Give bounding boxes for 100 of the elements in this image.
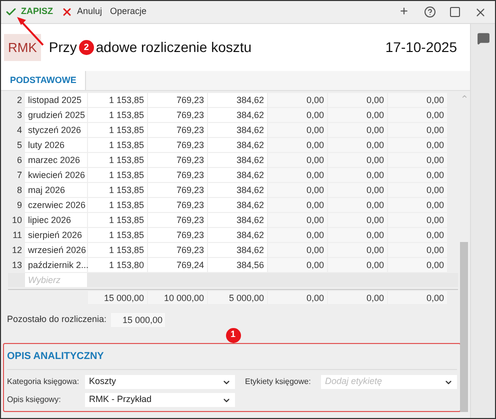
row-number: 5 [16,139,23,152]
total-cell: 0,00 [328,291,387,304]
table-cell: 769,23 [148,228,207,242]
table-cell: 1 153,85 [88,138,147,152]
table-cell: 0,00 [268,243,327,257]
table-cell: 1 153,85 [88,243,147,257]
table-cell: 1 153,85 [88,213,147,227]
table-cell: 1 153,85 [88,108,147,122]
operations-button[interactable]: Operacje [110,5,147,19]
table-cell: 384,62 [208,168,267,182]
table-cell: 384,62 [208,213,267,227]
total-cell: 5 000,00 [208,291,267,304]
row-number: 7 [16,169,23,182]
table-cell: 1 153,85 [88,198,147,212]
table-cell: 0,00 [328,198,387,212]
table-cell: 0,00 [388,168,447,182]
table-cell: 0,00 [388,153,447,167]
table-cell: 0,00 [388,243,447,257]
table-cell: 769,23 [148,213,207,227]
table-cell: 384,62 [208,228,267,242]
table-cell: sierpień 2026 [25,228,87,242]
description-select[interactable]: RMK - Przykład [85,393,235,407]
table-cell: wrzesień 2026 [25,243,87,257]
table-cell: 0,00 [268,198,327,212]
table-cell: 769,23 [148,183,207,197]
table-cell: 0,00 [388,123,447,137]
remaining-value: 15 000,00 [110,313,165,327]
row-number: 13 [10,259,23,272]
scrollbar[interactable] [460,93,468,412]
table-cell: 0,00 [268,93,327,107]
row-number: 8 [16,184,23,197]
table-cell: lipiec 2026 [25,213,87,227]
table-cell: 0,00 [268,213,327,227]
row-number: 4 [16,124,23,137]
table-cell: czerwiec 2026 [25,198,87,212]
table-cell: marzec 2026 [25,153,87,167]
close-icon[interactable] [474,6,487,18]
table-cell: 0,00 [388,138,447,152]
table-cell: styczeń 2026 [25,123,87,137]
table-cell: 384,62 [208,183,267,197]
table-cell: 0,00 [268,168,327,182]
category-select[interactable]: Koszty [85,375,235,389]
table-cell: 0,00 [268,258,327,272]
table-cell: 384,62 [208,108,267,122]
section-title: OPIS ANALITYCZNY [7,344,457,370]
table-cell: 1 153,85 [88,93,147,107]
scrollbar-thumb[interactable] [460,242,468,412]
total-cell: 10 000,00 [148,291,207,304]
save-button[interactable]: ZAPISZ [21,5,54,19]
table-cell: 0,00 [328,138,387,152]
table-cell: 0,00 [388,93,447,107]
table-cell: 0,00 [268,123,327,137]
table-cell: 0,00 [328,243,387,257]
comment-icon[interactable] [476,32,490,45]
table-cell: 0,00 [268,228,327,242]
table-cell: 384,62 [208,243,267,257]
table-cell: 0,00 [268,138,327,152]
table-cell: 1 153,85 [88,123,147,137]
table-cell: 769,23 [148,168,207,182]
marker-badge: 1 [226,328,240,342]
table-cell: 0,00 [328,123,387,137]
table-cell: 769,23 [148,123,207,137]
close-icon [61,6,74,18]
table-cell: 1 153,85 [88,228,147,242]
table-cell: 384,62 [208,153,267,167]
total-cell: 0,00 [388,291,447,304]
row-number: 2 [16,94,23,107]
maximize-icon[interactable] [449,6,461,18]
table-cell: 769,23 [148,108,207,122]
row-number: 6 [16,154,23,167]
table-cell: 384,56 [208,258,267,272]
row-number: 3 [16,109,23,122]
row-number: 9 [16,199,23,212]
table-cell: 769,23 [148,93,207,107]
check-icon [5,6,17,18]
field-label: Kategoria księgowa: [7,376,80,388]
table-cell: 1 153,85 [88,183,147,197]
table-cell: 0,00 [268,108,327,122]
row-number: 11 [12,229,23,242]
field-label: Etykiety księgowe: [245,376,312,388]
row-number: 12 [10,244,23,257]
help-icon[interactable] [424,6,436,18]
document-date: 17-10-2025 [385,38,457,57]
cancel-button[interactable]: Anuluj [77,5,102,19]
table-cell: 1 153,85 [88,168,147,182]
table-cell: 384,62 [208,198,267,212]
table-cell: luty 2026 [25,138,87,152]
table-cell: 0,00 [328,258,387,272]
table-cell: 769,23 [148,198,207,212]
table-cell: 384,62 [208,138,267,152]
table-cell: grudzień 2025 [25,108,87,122]
table-cell: kwiecień 2026 [25,168,87,182]
table-cell: 769,23 [148,138,207,152]
table-cell: 0,00 [388,198,447,212]
document-type-badge: RMK [4,34,41,62]
tab[interactable]: PODSTAWOWE [1,71,86,90]
table-cell: 769,23 [148,153,207,167]
row-number: 10 [10,214,23,227]
table-cell: 1 153,85 [88,153,147,167]
table-cell: 0,00 [268,153,327,167]
